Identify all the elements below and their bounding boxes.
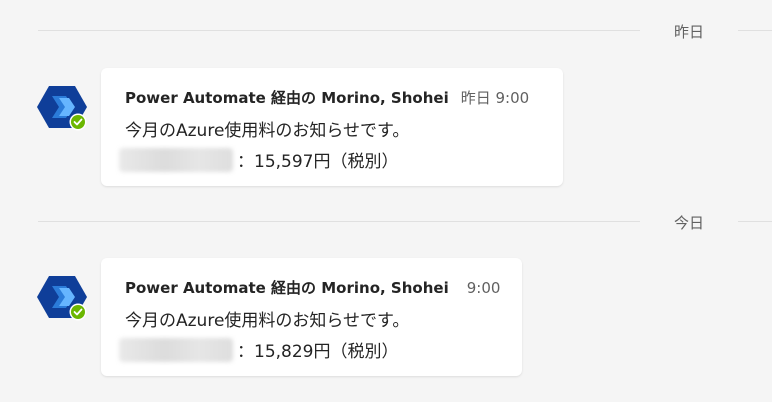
avatar[interactable] <box>36 83 88 135</box>
sender-name[interactable]: Power Automate 経由の Morino, Shohei <box>125 279 449 297</box>
date-divider-line-left <box>38 221 640 222</box>
redacted-text <box>119 337 233 362</box>
available-check-icon <box>69 113 87 131</box>
timestamp: 昨日 9:00 <box>460 89 530 107</box>
sender-name[interactable]: Power Automate 経由の Morino, Shohei <box>125 89 449 107</box>
message-amount-line: ：15,829円（税別） <box>119 337 398 362</box>
available-check-icon <box>69 303 87 321</box>
power-automate-icon <box>37 86 87 131</box>
date-divider-label: 今日 <box>673 214 704 232</box>
message-bubble[interactable]: Power Automate 経由の Morino, Shohei 昨日 9:00… <box>101 68 563 186</box>
amount-text: ：15,829円（税別） <box>237 342 399 362</box>
redacted-text <box>119 147 233 172</box>
amount-text: ：15,597円（税別） <box>237 152 399 172</box>
message-amount-line: ：15,597円（税別） <box>119 147 398 172</box>
message-header: Power Automate 経由の Morino, Shohei 9:00 <box>125 277 500 298</box>
message-text: 今月のAzure使用料のお知らせです。 <box>125 121 410 141</box>
power-automate-icon <box>37 276 87 321</box>
message-header: Power Automate 経由の Morino, Shohei 昨日 9:00 <box>125 87 529 108</box>
date-divider-line-right <box>738 221 772 222</box>
message-bubble[interactable]: Power Automate 経由の Morino, Shohei 9:00 今月… <box>101 258 522 376</box>
timestamp: 9:00 <box>466 279 501 297</box>
date-divider-line-left <box>38 30 640 31</box>
message-text: 今月のAzure使用料のお知らせです。 <box>125 311 410 331</box>
date-divider-label: 昨日 <box>673 23 704 41</box>
date-divider-line-right <box>738 30 772 31</box>
avatar[interactable] <box>36 273 88 325</box>
